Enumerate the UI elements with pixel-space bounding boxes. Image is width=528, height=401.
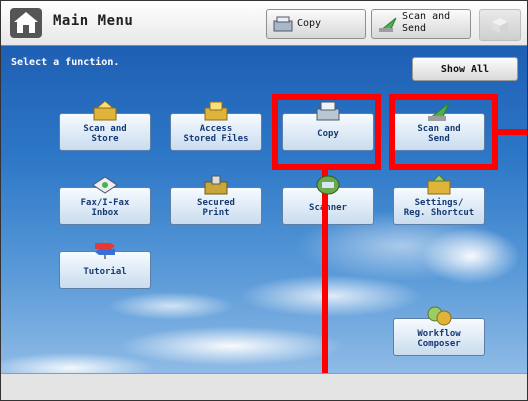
page-title: Main Menu (53, 13, 134, 29)
scan-send-highlight-pointer (498, 129, 527, 135)
label-line1: Workflow (417, 329, 461, 339)
scan-send-shortcut-button[interactable]: Scan and Send (371, 9, 471, 39)
secured-print-icon (204, 175, 228, 195)
label-line1: Scanner (309, 203, 347, 213)
label-line2: Store (91, 134, 119, 144)
scan-send-icon (427, 102, 450, 121)
label-line2: Stored Files (183, 134, 249, 144)
fax-ifax-inbox-button[interactable]: Fax/I-Fax Inbox (59, 173, 151, 225)
tutorial-icon (95, 239, 115, 259)
status-bar (1, 373, 527, 400)
label-line1: Settings/ (414, 198, 464, 208)
copy-shortcut-button[interactable]: Copy (266, 9, 366, 39)
copier-icon (273, 16, 293, 32)
home-icon[interactable] (9, 7, 43, 39)
settings-reg-shortcut-button[interactable]: Settings/Reg. Shortcut (393, 173, 485, 225)
fax-inbox-icon (92, 176, 118, 194)
label-line1: Secured (197, 198, 235, 208)
show-all-button[interactable]: Show All (412, 57, 518, 81)
top-bar: Main Menu Copy Scan and Send (1, 1, 527, 46)
tutorial-button[interactable]: Tutorial (59, 237, 151, 289)
scanner-button[interactable]: Scanner (282, 173, 374, 225)
scan-and-store-button[interactable]: Scan and Store (59, 99, 151, 151)
scan-send-label-line2: Send (402, 23, 427, 34)
label-line2: Inbox (91, 208, 119, 218)
main-menu-screen: Main Menu Copy Scan and Send Select a fu… (0, 0, 528, 401)
workflow-composer-button[interactable]: Workflow Composer (393, 304, 485, 356)
scan-send-shortcut-label: Scan and Send (402, 11, 450, 35)
secured-print-button[interactable]: Secured Print (170, 173, 262, 225)
scan-send-icon (378, 17, 397, 32)
label-line2: Composer (417, 339, 461, 349)
copy-shortcut-label: Copy (297, 18, 322, 29)
label-line1: Tutorial (83, 267, 127, 277)
scan-store-icon (93, 100, 117, 121)
select-function-prompt: Select a function. (11, 57, 120, 68)
label-line1: Access (199, 124, 233, 134)
scan-send-label-line1: Scan and (402, 11, 451, 22)
workflow-icon (427, 306, 452, 326)
label-line2: Reg. Shortcut (403, 208, 475, 218)
label-line2: Print (202, 208, 230, 218)
disabled-shortcut-button[interactable] (479, 9, 521, 41)
label-line1: Fax/I-Fax (80, 198, 130, 208)
stored-files-icon (204, 101, 228, 121)
settings-icon (427, 174, 451, 195)
label-line1: Scan and (83, 124, 127, 134)
copy-icon (316, 101, 340, 121)
cube-icon (492, 18, 508, 33)
access-stored-files-button[interactable]: Access Stored Files (170, 99, 262, 151)
copy-highlight-pointer (322, 170, 328, 400)
scanner-icon (316, 175, 340, 195)
